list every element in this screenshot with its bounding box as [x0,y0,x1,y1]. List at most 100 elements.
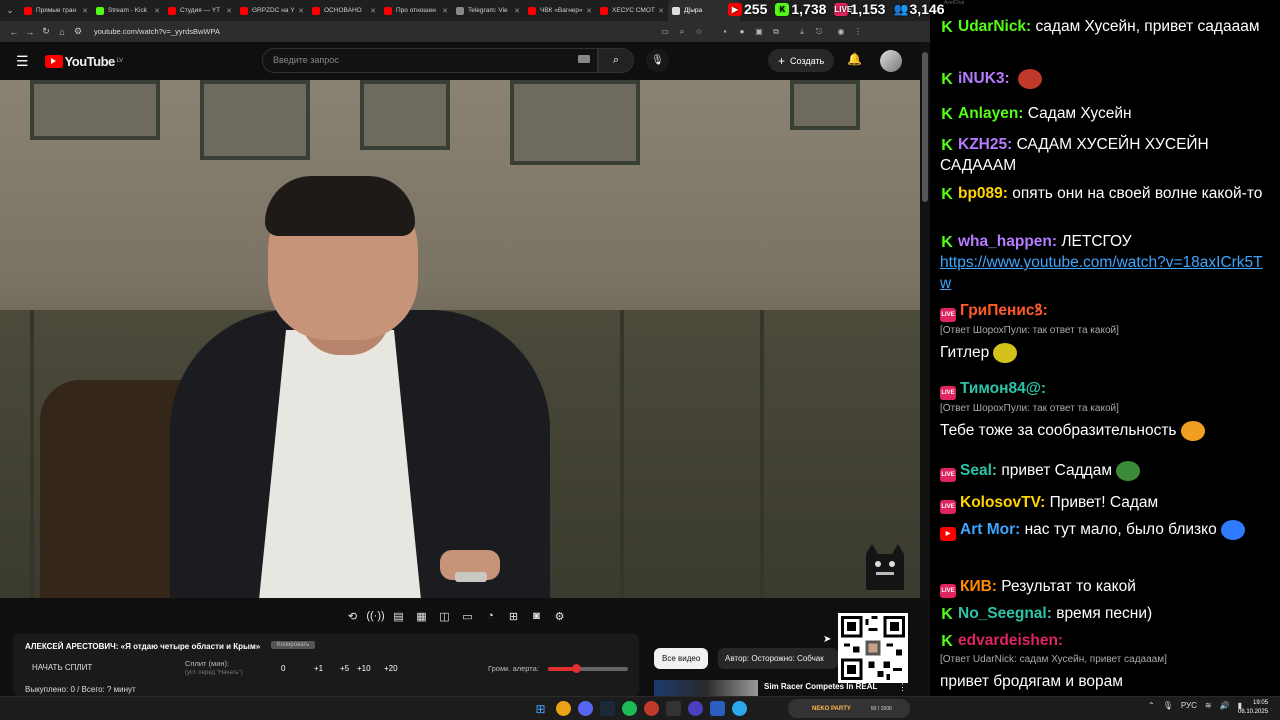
add-20-button[interactable]: +20 [384,664,398,673]
chat-nick[interactable]: wha_happen: [958,233,1057,250]
chat-nick[interactable]: Seal: [960,462,997,479]
steam-icon[interactable] [600,701,615,716]
chat-nick[interactable]: iNUK3: [958,70,1010,87]
game-widget[interactable]: NEKO PARTY 50 / 1500 [788,699,910,718]
tray-expand-icon[interactable]: ⌃ [1148,701,1155,710]
browser-tab[interactable]: Про отношен ✕ [380,0,452,21]
broadcast-icon[interactable]: ((·)) [366,608,384,625]
chat-nick[interactable]: edvardeishen: [958,632,1063,649]
discord-icon[interactable] [578,701,593,716]
windows-start-icon[interactable]: ⊞ [533,701,548,716]
bookmark-icon[interactable]: ☆ [693,26,705,38]
slider-thumb[interactable] [572,664,581,673]
chat-nick[interactable]: ГриПенисꝸ: [960,302,1048,319]
close-icon[interactable]: ✕ [370,7,376,15]
create-button[interactable]: + Создать [768,49,835,72]
chat-nick[interactable]: bp089: [958,185,1008,202]
reload-icon[interactable]: ↻ [38,26,54,37]
wifi-icon[interactable]: ≋ [1205,701,1212,710]
copy-button[interactable]: Копировать [271,641,316,649]
extension-icon[interactable]: ▣ [753,26,765,38]
microphone-icon[interactable]: 🎙 [1163,701,1173,710]
back-icon[interactable]: ← [6,27,22,37]
keyboard-icon[interactable] [578,55,590,63]
forward-icon[interactable]: → [22,27,38,37]
history-icon[interactable]: ⎋ [813,26,825,38]
tab-list-icon[interactable]: ⌄ [0,0,20,21]
home-icon[interactable]: ⌂ [54,27,70,37]
site-info-icon[interactable]: ⚙ [70,26,86,37]
chat-nick[interactable]: КИВ: [960,578,997,595]
clapper-icon[interactable]: ▦ [413,608,430,625]
browser-tab[interactable]: ЧВК «Вагнер» ✕ [524,0,596,21]
browser-tab[interactable]: Stream - Kick ✕ [92,0,164,21]
browser-tab[interactable]: ОСНОВАНО ✕ [308,0,380,21]
chat-nick[interactable]: Art Mor: [960,521,1020,538]
browser-tab[interactable]: Прямые тран ✕ [20,0,92,21]
chip-author[interactable]: Автор: Осторожно: Собчак [718,648,838,669]
browser-tab[interactable]: Студия — YT ✕ [164,0,236,21]
browser-tab[interactable]: Telegram: Vie ✕ [452,0,524,21]
page-scrollbar[interactable] [920,42,930,602]
split-value[interactable]: 0 [281,664,285,673]
voice-search-button[interactable]: 🎙 [646,49,669,72]
pip-icon[interactable]: ◫ [436,608,453,625]
close-icon[interactable]: ✕ [514,7,520,15]
chrome-icon[interactable] [556,701,571,716]
start-split-button[interactable]: НАЧАТЬ СПЛИТ [32,663,92,672]
youtube-logo[interactable]: YouTube LV [44,54,123,69]
speed-icon[interactable]: ◔ [482,608,499,625]
add-10-button[interactable]: +10 [357,664,371,673]
chat-nick[interactable]: Anlayen: [958,105,1023,122]
extension-icon[interactable]: ● [736,26,748,38]
spotify-icon[interactable] [622,701,637,716]
browser-tab[interactable]: GRPZDC на Y ✕ [236,0,308,21]
system-clock[interactable]: 19:05 06.10.2025 [1238,699,1268,717]
hamburger-menu-icon[interactable]: ☰ [16,53,29,70]
browser-tab[interactable]: ХЕСУС СМОТ ✕ [596,0,668,21]
app-icon[interactable] [710,701,725,716]
camera-icon[interactable]: ◙ [528,608,545,625]
chat-nick[interactable]: KolosovTV: [960,494,1045,511]
search-button[interactable]: ⌕ [598,48,634,73]
chat-nick[interactable]: Тимон84@: [960,380,1046,397]
miniplayer-icon[interactable]: ▭ [459,608,476,625]
app-icon[interactable] [688,701,703,716]
cast-icon[interactable]: ▭ [659,26,671,38]
loop-icon[interactable]: ⟲ [344,608,361,625]
menu-dots-icon[interactable]: ⋮ [852,26,864,38]
chip-all-videos[interactable]: Все видео [654,648,709,669]
add-1-button[interactable]: +1 [314,664,323,673]
extension-icon[interactable]: ▪ [719,26,731,38]
obs-icon[interactable] [644,701,659,716]
close-icon[interactable]: ✕ [442,7,448,15]
chat-nick[interactable]: KZH25: [958,136,1012,153]
profile-icon[interactable]: ◉ [835,26,847,38]
video-player[interactable] [0,80,920,598]
chat-nick[interactable]: No_Seegnal: [958,605,1052,622]
screenshot-add-icon[interactable]: ⊞ [505,608,522,625]
close-icon[interactable]: ✕ [154,7,160,15]
telegram-icon[interactable] [732,701,747,716]
zoom-icon[interactable]: ⌕ [676,26,688,38]
add-5-button[interactable]: +5 [340,664,349,673]
settings-icon[interactable]: ⚙ [551,608,568,625]
lang-indicator[interactable]: РУС [1181,701,1197,710]
cinema-icon[interactable]: ▤ [390,608,407,625]
notifications-bell-icon[interactable]: 🔔 [847,52,862,66]
volume-icon[interactable]: 🔊 [1220,701,1230,710]
url-field[interactable]: youtube.com/watch?v=_yyrdsBwWPA [94,27,654,36]
close-icon[interactable]: ✕ [658,7,664,15]
close-icon[interactable]: ✕ [226,7,232,15]
close-icon[interactable]: ✕ [586,7,592,15]
alert-volume-slider[interactable] [548,664,628,673]
download-icon[interactable]: ⤓ [796,26,808,38]
close-icon[interactable]: ✕ [82,7,88,15]
extensions-icon[interactable]: ⧉ [770,26,782,38]
app-icon[interactable] [666,701,681,716]
close-icon[interactable]: ✕ [298,7,304,15]
chat-nick[interactable]: UdarNick: [958,18,1031,35]
avatar[interactable] [880,50,902,72]
chat-link[interactable]: https://www.youtube.com/watch?v=18axICrk… [940,254,1263,292]
search-input[interactable]: Введите запрос [262,48,598,73]
